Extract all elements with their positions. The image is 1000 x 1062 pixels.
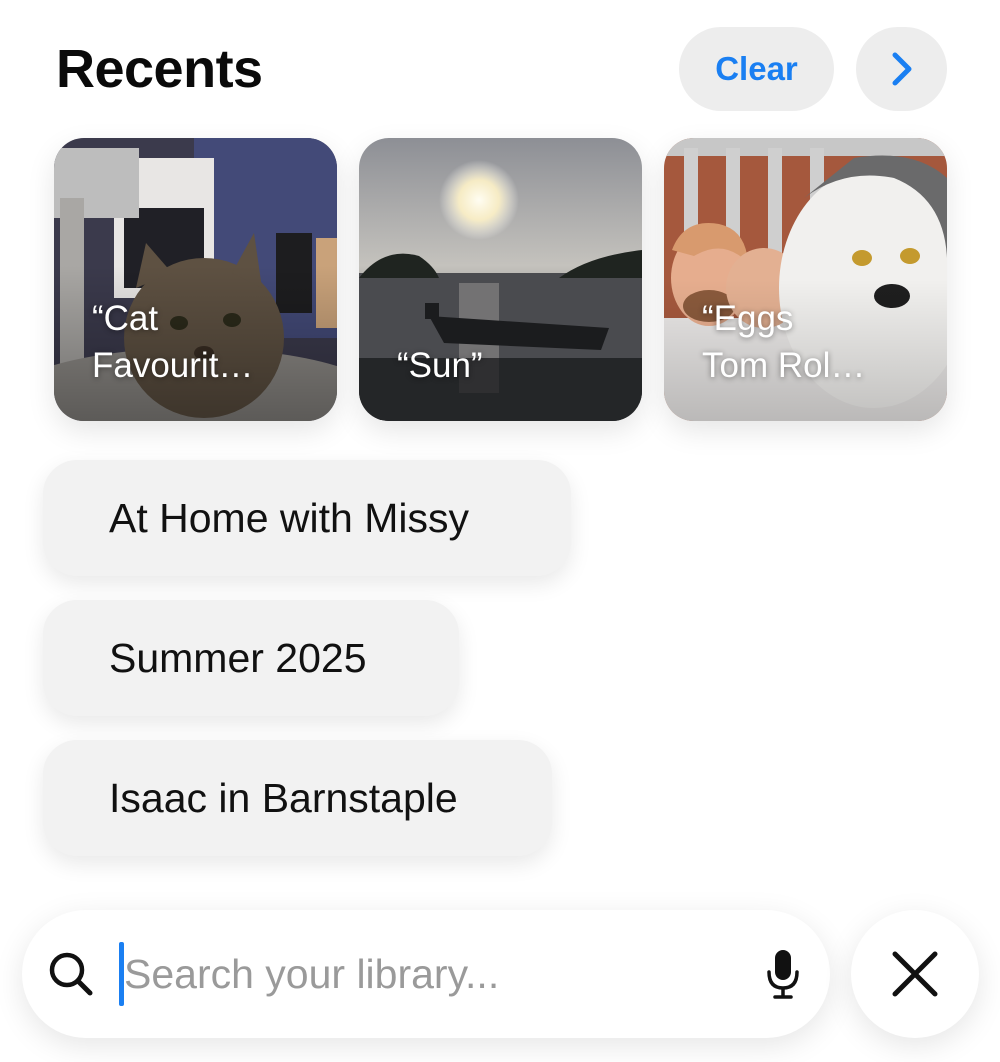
recent-card-sun[interactable]: “Sun”	[359, 138, 642, 421]
suggestion-chip[interactable]: Isaac in Barnstaple	[43, 740, 552, 856]
recent-card-label: “Eggs Tom Rol…	[702, 299, 866, 385]
close-icon	[892, 951, 938, 997]
suggestion-chip[interactable]: Summer 2025	[43, 600, 459, 716]
suggestion-chip-label: At Home with Missy	[109, 494, 469, 541]
recent-card-eggs-tom[interactable]: “Eggs Tom Rol…	[664, 138, 947, 421]
search-icon	[49, 952, 93, 996]
chevron-right-icon	[892, 52, 911, 86]
search-input[interactable]	[124, 934, 724, 1014]
recent-card-label: “Sun”	[397, 346, 483, 385]
search-bar	[22, 910, 830, 1038]
page-title: Recents	[56, 39, 263, 99]
microphone-icon[interactable]	[766, 948, 800, 1000]
close-search-button[interactable]	[851, 910, 979, 1038]
suggestion-chip-label: Isaac in Barnstaple	[109, 774, 458, 821]
see-all-button[interactable]	[856, 27, 947, 111]
recent-card-label: “Cat Favourit…	[92, 299, 254, 385]
suggestion-chip-label: Summer 2025	[109, 634, 367, 681]
suggestion-chip[interactable]: At Home with Missy	[43, 460, 571, 576]
clear-button-label: Clear	[715, 50, 798, 87]
recent-card-cat-favourites[interactable]: “Cat Favourit…	[54, 138, 337, 421]
clear-button[interactable]: Clear	[679, 27, 834, 111]
